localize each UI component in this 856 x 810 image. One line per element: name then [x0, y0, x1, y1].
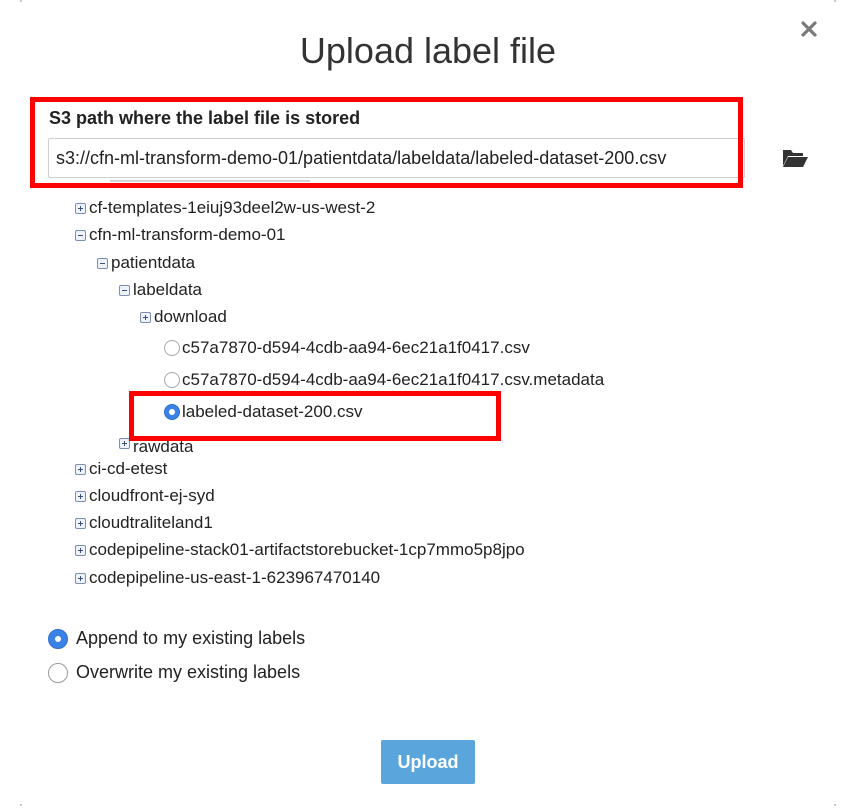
dialog-corner — [20, 804, 22, 806]
file-radio[interactable] — [164, 340, 180, 356]
browse-button[interactable] — [781, 147, 809, 169]
dialog-corner — [20, 0, 22, 2]
tree-item-label: cf-templates-1eiuj93deel2w-us-west-2 — [89, 198, 376, 217]
tree-item-label: codepipeline-stack01-artifactstorebucket… — [89, 540, 525, 559]
tree-item-label: labeled-dataset-200.csv — [182, 402, 363, 421]
append-radio[interactable] — [48, 628, 68, 649]
tree-item[interactable]: patientdata — [97, 251, 195, 275]
tree-item-label: cfn-ml-transform-demo-01 — [89, 225, 286, 244]
tree-item[interactable]: codepipeline-stack01-artifactstorebucket… — [75, 538, 525, 562]
tree-item-label: rawdata — [133, 437, 194, 453]
tree-item[interactable]: download — [140, 305, 227, 329]
tree-item-label: cloudfront-ej-syd — [89, 486, 215, 505]
tree-file[interactable]: c57a7870-d594-4cdb-aa94-6ec21a1f0417.csv… — [164, 368, 604, 392]
expand-icon[interactable] — [75, 517, 86, 529]
folder-open-icon — [783, 150, 808, 167]
upload-button[interactable]: Upload — [381, 740, 475, 784]
file-radio-selected[interactable] — [164, 404, 180, 420]
tree-item-label: patientdata — [111, 253, 196, 272]
expand-icon[interactable] — [75, 463, 86, 475]
tree-item-label: cloudtraliteland1 — [89, 513, 213, 532]
tree-item[interactable]: cfn-ml-transform-demo-01 — [75, 223, 286, 247]
tree-item[interactable]: cloudtraliteland1 — [75, 511, 213, 535]
append-label: Append to my existing labels — [76, 628, 306, 648]
tree-file-selected[interactable]: labeled-dataset-200.csv — [164, 400, 363, 424]
tree-item-label: labeldata — [133, 280, 203, 299]
tree-item[interactable]: cf-templates-1eiuj93deel2w-us-west-2 — [75, 196, 375, 220]
expand-icon[interactable] — [119, 437, 130, 449]
overwrite-radio[interactable] — [48, 662, 68, 683]
tree-file[interactable]: c57a7870-d594-4cdb-aa94-6ec21a1f0417.csv — [164, 336, 530, 360]
file-radio[interactable] — [164, 372, 180, 388]
dialog-corner — [834, 0, 836, 2]
tree-item-label: download — [154, 307, 227, 326]
dialog-corner — [834, 804, 836, 806]
tree-item[interactable]: cloudfront-ej-syd — [75, 484, 215, 508]
s3-path-label: S3 path where the label file is stored — [49, 108, 361, 128]
tree-item-label: c57a7870-d594-4cdb-aa94-6ec21a1f0417.csv… — [182, 370, 605, 389]
append-option[interactable]: Append to my existing labels — [48, 628, 305, 649]
expand-icon[interactable] — [75, 572, 86, 584]
expand-icon[interactable] — [75, 544, 86, 556]
dialog-title: Upload label file — [299, 30, 557, 71]
tree-item-label: codepipeline-us-east-1-623967470140 — [89, 568, 381, 587]
tree-item-label: c57a7870-d594-4cdb-aa94-6ec21a1f0417.csv — [182, 338, 530, 357]
expand-icon[interactable] — [140, 311, 151, 323]
overwrite-option[interactable]: Overwrite my existing labels — [48, 662, 300, 683]
collapse-icon[interactable] — [75, 229, 86, 241]
tree-item-label: ci-cd-etest — [89, 459, 168, 478]
tree-item[interactable]: ci-cd-etest — [75, 457, 167, 481]
tree-item[interactable]: rawdata — [119, 433, 193, 453]
collapse-icon[interactable] — [119, 284, 130, 296]
overwrite-label: Overwrite my existing labels — [76, 662, 301, 682]
tree-item[interactable]: labeldata — [119, 278, 202, 302]
expand-icon[interactable] — [75, 490, 86, 502]
expand-icon[interactable] — [75, 202, 86, 214]
collapse-icon[interactable] — [97, 257, 108, 269]
tree-item[interactable]: codepipeline-us-east-1-623967470140 — [75, 566, 380, 590]
tree-row-clipped — [110, 170, 310, 190]
